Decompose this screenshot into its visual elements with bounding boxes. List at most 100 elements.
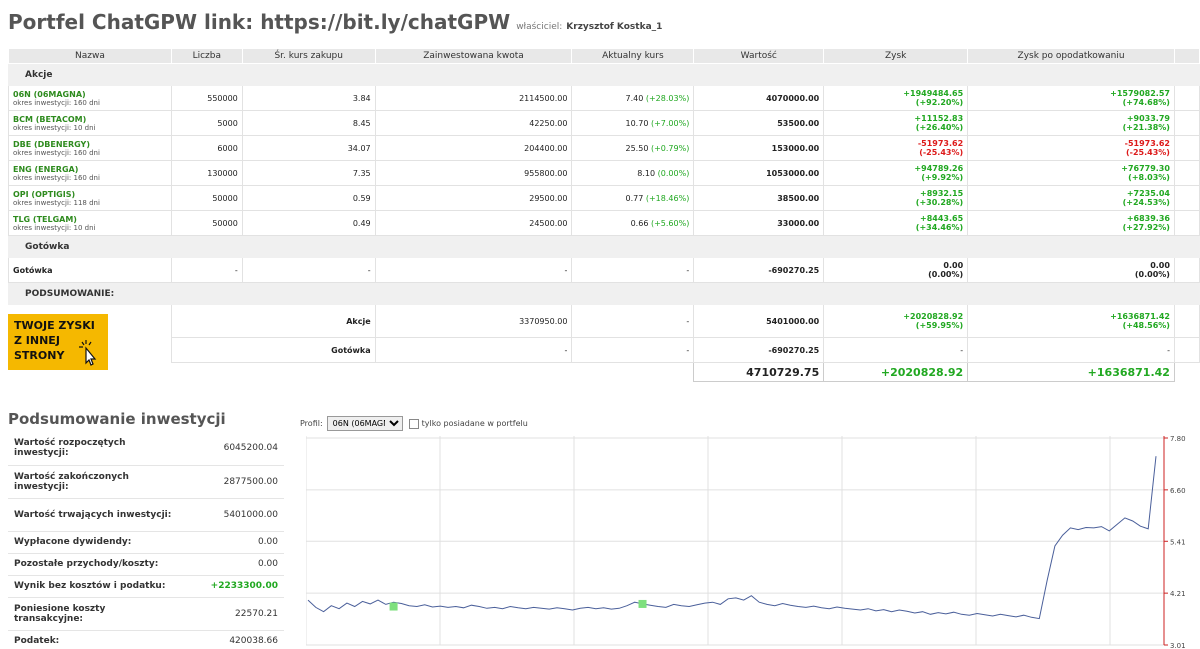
chart-transaction-marker bbox=[389, 602, 398, 611]
owner-label: właściciel: bbox=[516, 22, 563, 32]
only-owned-checkbox[interactable] bbox=[408, 418, 419, 429]
stock-qty: 5000 bbox=[170, 110, 243, 136]
summary-label: Wartość zakończonych inwestycji: bbox=[8, 465, 178, 499]
cash-value: -690270.25 bbox=[693, 257, 825, 283]
col-header[interactable]: Zysk po opodatkowaniu bbox=[967, 48, 1175, 64]
section-label: PODSUMOWANIE: bbox=[8, 282, 1200, 305]
stock-avg-price: 8.45 bbox=[241, 110, 376, 136]
stock-avg-price: 34.07 bbox=[241, 135, 376, 161]
chart-series-line bbox=[307, 456, 1157, 620]
stock-change: (+28.03%) bbox=[645, 93, 690, 103]
stock-net-profit-pct: (-25.43%) bbox=[1126, 148, 1170, 157]
summary-value: 420038.66 bbox=[178, 630, 284, 649]
summary-stocks-price: - bbox=[571, 304, 695, 338]
summary-value: 0.00 bbox=[178, 553, 284, 576]
stock-qty: 550000 bbox=[170, 85, 243, 111]
cash-price: - bbox=[571, 257, 695, 283]
stock-ticker[interactable]: DBE (DBENERGY) bbox=[13, 140, 167, 149]
stock-ticker[interactable]: TLG (TELGAM) bbox=[13, 215, 167, 224]
cash-profit-pct: (0.00%) bbox=[928, 270, 964, 279]
stock-change: (+5.60%) bbox=[650, 218, 690, 228]
chart-y-tick-label: 7.80 bbox=[1170, 436, 1186, 443]
profile-select[interactable]: 06N (06MAGNA bbox=[326, 416, 403, 431]
summary-label: Poniesione koszty transakcyjne: bbox=[8, 597, 178, 631]
table-row[interactable]: TLG (TELGAM) okres inwestycji: 10 dni 5000… bbox=[8, 210, 1200, 236]
col-header[interactable]: Nazwa bbox=[8, 48, 172, 64]
col-header[interactable]: Liczba bbox=[170, 48, 243, 64]
summary-label: Wypłacone dywidendy: bbox=[8, 531, 178, 554]
banner-line: TWOJE ZYSKI bbox=[14, 319, 95, 332]
investment-period: okres inwestycji: 160 dni bbox=[13, 173, 100, 182]
table-header-row: Nazwa Liczba Śr. kurs zakupu Zainwestowa… bbox=[8, 48, 1200, 64]
summary-cash-invested: - bbox=[374, 337, 573, 363]
section-row-cash: Gotówka bbox=[8, 235, 1200, 258]
summary-cash-value: -690270.25 bbox=[693, 337, 825, 363]
summary-row: Poniesione koszty transakcyjne: 22570.21 bbox=[8, 597, 284, 631]
stock-profit-pct: (+92.20%) bbox=[915, 98, 964, 107]
stock-profit-pct: (+26.40%) bbox=[915, 123, 964, 132]
stock-ticker[interactable]: BCM (BETACOM) bbox=[13, 115, 167, 124]
stock-profit-pct: (-25.43%) bbox=[919, 148, 964, 157]
investment-period: okres inwestycji: 118 dni bbox=[13, 198, 100, 207]
total-value: 4710729.75 bbox=[693, 362, 825, 382]
your-profits-banner[interactable]: TWOJE ZYSKI Z INNEJ STRONY bbox=[8, 314, 108, 370]
stock-value: 1053000.00 bbox=[693, 160, 825, 186]
table-row[interactable]: DBE (DBENERGY) okres inwestycji: 160 dni 6… bbox=[8, 135, 1200, 161]
cash-net: 0.00 bbox=[1150, 261, 1170, 270]
stock-ticker[interactable]: OPI (OPTIGIS) bbox=[13, 190, 167, 199]
summary-label: Podatek: bbox=[8, 630, 178, 649]
summary-row: Wypłacone dywidendy: 0.00 bbox=[8, 531, 284, 554]
stock-price: 7.40 bbox=[625, 93, 644, 103]
stock-net-profit-pct: (+8.03%) bbox=[1128, 173, 1170, 182]
summary-row: Wynik bez kosztów i podatku: +2233300.00 bbox=[8, 575, 284, 598]
table-row[interactable]: ENG (ENERGA) okres inwestycji: 160 dni 130… bbox=[8, 160, 1200, 186]
chart-y-tick-label: 4.21 bbox=[1170, 590, 1186, 598]
col-header[interactable]: Śr. kurs zakupu bbox=[241, 48, 376, 64]
stock-value: 33000.00 bbox=[693, 210, 825, 236]
stock-invested: 42250.00 bbox=[374, 110, 573, 136]
stock-profit: +94789.26 bbox=[914, 164, 964, 173]
summary-stocks-net-pct: (+48.56%) bbox=[1122, 321, 1170, 330]
stock-ticker[interactable]: 06N (06MAGNA) bbox=[13, 90, 167, 99]
col-header[interactable]: Zainwestowana kwota bbox=[374, 48, 573, 64]
stock-avg-price: 0.49 bbox=[241, 210, 376, 236]
profile-label: Profil: bbox=[300, 419, 323, 428]
summary-row: Podatek: 420038.66 bbox=[8, 630, 284, 649]
stock-invested: 955800.00 bbox=[374, 160, 573, 186]
summary-stocks-label: Akcje bbox=[170, 304, 376, 338]
stock-price: 10.70 bbox=[625, 118, 649, 128]
chart-y-tick-label: 3.01 bbox=[1170, 642, 1186, 649]
stock-value: 153000.00 bbox=[693, 135, 825, 161]
stock-invested: 24500.00 bbox=[374, 210, 573, 236]
table-row[interactable]: BCM (BETACOM) okres inwestycji: 10 dni 500… bbox=[8, 110, 1200, 136]
col-header[interactable]: Aktualny kurs bbox=[571, 48, 695, 64]
investment-period: okres inwestycji: 10 dni bbox=[13, 223, 96, 232]
stock-change: (+7.00%) bbox=[650, 118, 690, 128]
chart-controls: Profil: 06N (06MAGNA tylko posiadane w p… bbox=[300, 416, 528, 431]
stock-net-profit: +9033.79 bbox=[1126, 114, 1170, 123]
stock-ticker[interactable]: ENG (ENERGA) bbox=[13, 165, 167, 174]
summary-row-cash: Gotówka - - -690270.25 - - bbox=[9, 337, 1200, 363]
summary-label: Wynik bez kosztów i podatku: bbox=[8, 575, 178, 598]
cash-invested: - bbox=[374, 257, 573, 283]
table-row[interactable]: OPI (OPTIGIS) okres inwestycji: 118 dni 50… bbox=[8, 185, 1200, 211]
investment-period: okres inwestycji: 160 dni bbox=[13, 98, 100, 107]
stock-value: 4070000.00 bbox=[693, 85, 825, 111]
stock-net-profit: -51973.62 bbox=[1124, 139, 1170, 148]
col-header[interactable]: Zysk bbox=[823, 48, 969, 64]
stock-profit: +8443.65 bbox=[920, 214, 964, 223]
col-header[interactable]: Wartość bbox=[693, 48, 825, 64]
summary-cash-price: - bbox=[571, 337, 695, 363]
col-header-extra bbox=[1173, 48, 1200, 64]
table-row[interactable]: 06N (06MAGNA) okres inwestycji: 160 dni 55… bbox=[8, 85, 1200, 111]
summary-label: Wartość rozpoczętych inwestycji: bbox=[8, 432, 178, 466]
summary-stocks-profit: +2020828.92 bbox=[903, 312, 964, 321]
investment-summary-table: Wartość rozpoczętych inwestycji: 6045200.… bbox=[8, 432, 284, 649]
section-label: Gotówka bbox=[8, 235, 1200, 258]
summary-stocks-invested: 3370950.00 bbox=[374, 304, 573, 338]
stock-net-profit-pct: (+74.68%) bbox=[1122, 98, 1170, 107]
stock-change: (+0.79%) bbox=[650, 143, 690, 153]
stock-price: 8.10 bbox=[637, 168, 656, 178]
cash-name: Gotówka bbox=[8, 257, 172, 283]
stock-profit-pct: (+9.92%) bbox=[921, 173, 964, 182]
